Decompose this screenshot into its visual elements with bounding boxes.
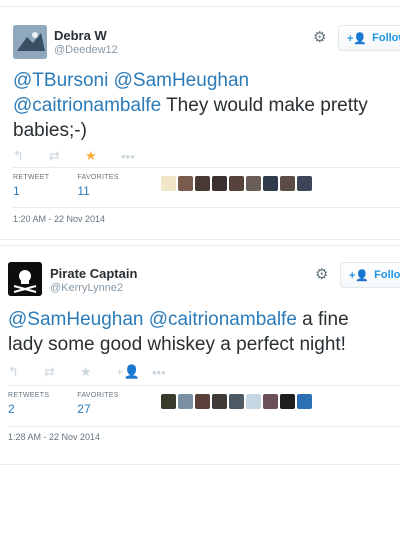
avatar[interactable] bbox=[262, 176, 278, 191]
retweet-label: RETWEETS bbox=[8, 392, 50, 399]
display-name[interactable]: Pirate Captain bbox=[50, 266, 137, 281]
tweet-text: @TBursoni @SamHeughan @caitrionambalfe Th… bbox=[13, 68, 383, 143]
avatar[interactable] bbox=[279, 394, 295, 409]
avatar[interactable] bbox=[228, 394, 244, 409]
tweet-debra: Debra W @Deedew12 ⚙ +👤 Follow @TBursoni … bbox=[0, 6, 400, 240]
follow-label: Follow bbox=[372, 32, 400, 44]
tweet-text: @SamHeughan @caitrionambalfe a fine lady… bbox=[8, 307, 388, 357]
retweet-stat[interactable]: RETWEETS 2 bbox=[8, 392, 49, 416]
avatar[interactable] bbox=[194, 176, 210, 191]
favorites-stat[interactable]: FAVORITES 27 bbox=[77, 392, 118, 416]
favorites-count: 11 bbox=[77, 184, 90, 198]
avatar[interactable] bbox=[194, 394, 210, 409]
avatar[interactable] bbox=[211, 394, 227, 409]
avatar[interactable] bbox=[228, 176, 244, 191]
tweet-actions: ↰ ⇄ ★ ••• bbox=[13, 148, 157, 164]
tweet-pirate-captain: Pirate Captain @KerryLynne2 ⚙ +👤 Follow … bbox=[0, 245, 400, 465]
avatar[interactable] bbox=[8, 262, 42, 296]
avatar-image bbox=[13, 25, 47, 59]
avatar[interactable] bbox=[245, 176, 261, 191]
divider bbox=[8, 426, 400, 427]
mention-link[interactable]: @TBursoni bbox=[13, 70, 108, 91]
avatar[interactable] bbox=[262, 394, 278, 409]
timestamp[interactable]: 1:28 AM - 22 Nov 2014 bbox=[8, 432, 100, 442]
avatar[interactable] bbox=[160, 176, 176, 191]
retweet-count: 2 bbox=[8, 402, 15, 416]
star-icon[interactable]: ★ bbox=[85, 148, 121, 164]
mention-link[interactable]: @SamHeughan bbox=[114, 70, 249, 91]
retweet-stat[interactable]: RETWEET 1 bbox=[13, 174, 49, 198]
reply-icon[interactable]: ↰ bbox=[8, 364, 44, 380]
tweet-actions: ↰ ⇄ ★ +👤 ••• bbox=[8, 364, 188, 380]
avatar[interactable] bbox=[245, 394, 261, 409]
avatar[interactable] bbox=[13, 25, 47, 59]
favorites-label: FAVORITES bbox=[77, 392, 119, 399]
divider bbox=[12, 167, 400, 168]
avatar[interactable] bbox=[177, 176, 193, 191]
favoriter-avatars bbox=[160, 394, 314, 409]
avatar[interactable] bbox=[279, 176, 295, 191]
timestamp[interactable]: 1:20 AM - 22 Nov 2014 bbox=[13, 214, 105, 224]
reply-icon[interactable]: ↰ bbox=[13, 148, 49, 164]
favorites-stat[interactable]: FAVORITES 11 bbox=[77, 174, 118, 198]
add-user-icon: +👤 bbox=[347, 32, 368, 45]
tweet-stats: RETWEET 1 FAVORITES 11 bbox=[13, 174, 314, 198]
gear-icon[interactable]: ⚙ bbox=[315, 265, 328, 283]
add-user-icon[interactable]: +👤 bbox=[116, 364, 152, 380]
follow-button[interactable]: +👤 Follow bbox=[338, 25, 400, 51]
avatar[interactable] bbox=[160, 394, 176, 409]
avatar[interactable] bbox=[296, 176, 312, 191]
more-icon[interactable]: ••• bbox=[152, 365, 188, 380]
user-handle[interactable]: @KerryLynne2 bbox=[50, 282, 123, 294]
retweet-icon[interactable]: ⇄ bbox=[49, 148, 85, 164]
divider bbox=[8, 385, 400, 386]
mention-link[interactable]: @caitrionambalfe bbox=[13, 95, 161, 116]
tweet-stats: RETWEETS 2 FAVORITES 27 bbox=[8, 392, 314, 416]
display-name[interactable]: Debra W bbox=[54, 28, 107, 43]
favorites-count: 27 bbox=[77, 402, 91, 416]
avatar[interactable] bbox=[177, 394, 193, 409]
follow-button[interactable]: +👤 Follow bbox=[340, 262, 400, 288]
retweet-count: 1 bbox=[13, 184, 20, 198]
avatar[interactable] bbox=[211, 176, 227, 191]
divider bbox=[12, 207, 400, 208]
mention-link[interactable]: @caitrionambalfe bbox=[149, 309, 297, 330]
gear-icon[interactable]: ⚙ bbox=[313, 28, 326, 46]
user-handle[interactable]: @Deedew12 bbox=[54, 44, 118, 56]
retweet-label: RETWEET bbox=[13, 174, 50, 181]
more-icon[interactable]: ••• bbox=[121, 149, 157, 164]
retweet-icon[interactable]: ⇄ bbox=[44, 364, 80, 380]
add-user-icon: +👤 bbox=[349, 269, 370, 282]
mention-link[interactable]: @SamHeughan bbox=[8, 309, 143, 330]
avatar-image bbox=[8, 262, 42, 296]
avatar[interactable] bbox=[296, 394, 312, 409]
follow-label: Follow bbox=[374, 269, 400, 281]
star-icon[interactable]: ★ bbox=[80, 364, 116, 380]
favoriter-avatars bbox=[160, 176, 314, 191]
favorites-label: FAVORITES bbox=[77, 174, 119, 181]
